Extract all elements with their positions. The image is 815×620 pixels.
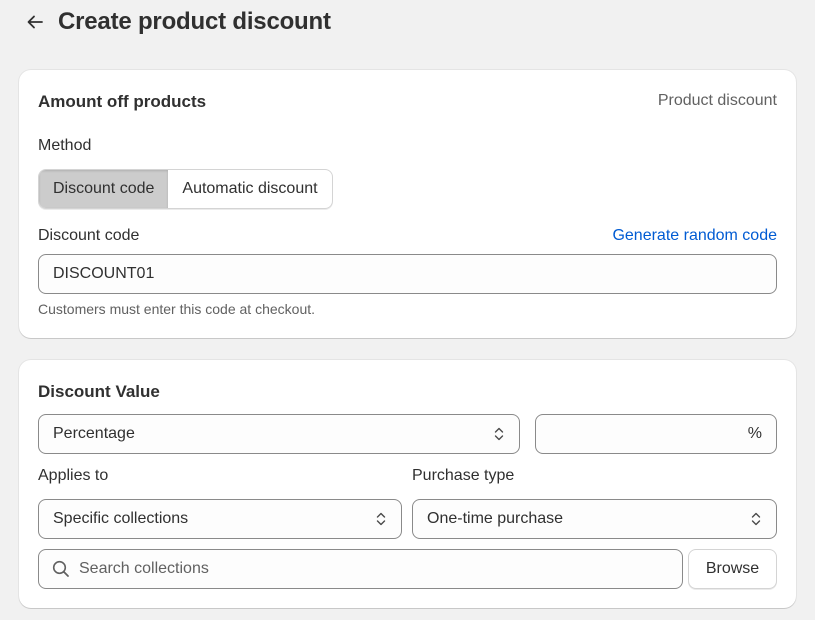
select-chevrons-icon — [494, 427, 504, 441]
applies-to-label: Applies to — [38, 467, 109, 484]
generate-random-code-link[interactable]: Generate random code — [612, 227, 777, 245]
discount-method-card: Amount off products Product discount Met… — [19, 70, 796, 338]
search-icon — [52, 560, 69, 577]
discount-amount-field[interactable]: % — [535, 414, 777, 454]
applies-to-select[interactable]: Specific collections — [38, 499, 402, 539]
discount-type-label: Product discount — [657, 92, 777, 109]
search-collections-input[interactable] — [79, 560, 668, 578]
method-segmented-control: Discount code Automatic discount — [38, 169, 333, 209]
browse-button[interactable]: Browse — [688, 549, 777, 589]
discount-amount-input[interactable] — [550, 425, 748, 443]
card-title: Amount off products — [38, 92, 207, 111]
purchase-type-select[interactable]: One-time purchase — [412, 499, 777, 539]
method-option-automatic-discount[interactable]: Automatic discount — [168, 170, 331, 208]
page-title: Create product discount — [58, 8, 331, 35]
discount-code-input[interactable] — [53, 265, 762, 283]
method-label: Method — [38, 137, 92, 154]
back-button[interactable] — [24, 11, 46, 33]
card-title: Discount Value — [38, 382, 160, 401]
purchase-type-label: Purchase type — [412, 467, 515, 484]
value-type-selected: Percentage — [53, 425, 135, 442]
purchase-type-selected: One-time purchase — [427, 510, 564, 527]
percent-suffix: % — [747, 425, 762, 442]
applies-to-selected: Specific collections — [53, 510, 189, 527]
select-chevrons-icon — [376, 512, 386, 526]
discount-code-help-text: Customers must enter this code at checko… — [38, 301, 316, 317]
discount-value-card: Discount Value Percentage % Applies to P… — [19, 360, 796, 608]
method-option-discount-code[interactable]: Discount code — [39, 170, 169, 208]
discount-code-label: Discount code — [38, 227, 140, 244]
discount-code-field[interactable] — [38, 254, 777, 294]
search-collections-field[interactable] — [38, 549, 683, 589]
value-type-select[interactable]: Percentage — [38, 414, 520, 454]
arrow-left-icon — [27, 15, 43, 29]
select-chevrons-icon — [751, 512, 761, 526]
page-header: Create product discount — [24, 6, 331, 38]
